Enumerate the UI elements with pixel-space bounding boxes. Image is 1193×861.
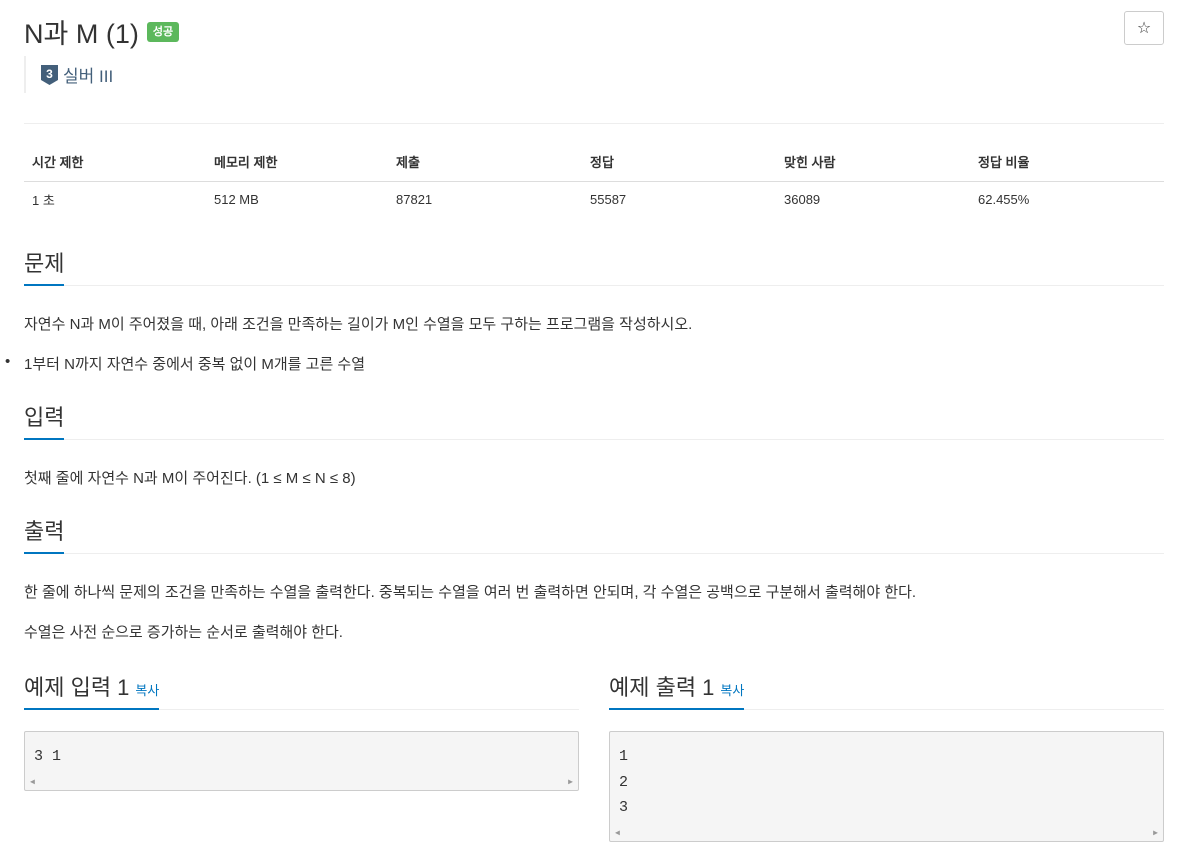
memory-limit-value: 512 MB xyxy=(214,192,259,208)
favorite-button[interactable]: ☆ xyxy=(1124,11,1164,45)
accept-ratio-value: 62.455% xyxy=(978,192,1030,208)
output-order-note: 수열은 사전 순으로 증가하는 순서로 출력해야 한다. xyxy=(24,624,343,641)
page-title: N과 M (1) xyxy=(24,19,139,49)
scroll-left-icon[interactable]: ◀ xyxy=(30,777,35,787)
copy-output-button[interactable]: 복사 xyxy=(720,683,744,698)
sample-input-content: 3 1 xyxy=(34,748,62,765)
sample-input-heading: 예제 입력 1 복사 xyxy=(24,670,160,710)
input-heading: 입력 xyxy=(24,400,65,440)
header-time-limit: 시간 제한 xyxy=(24,142,206,182)
input-description: 첫째 줄에 자연수 N과 M이 주어진다. (1 ≤ M ≤ N ≤ 8) xyxy=(24,470,356,487)
horizontal-scrollbar[interactable]: ◀ ▶ xyxy=(26,775,577,789)
scroll-right-icon[interactable]: ▶ xyxy=(568,777,573,787)
input-section-header: 입력 xyxy=(24,400,1164,440)
sample-input-title: 예제 입력 1 xyxy=(24,675,130,700)
table-row: 1 초 512 MB 87821 55587 36089 62.455% xyxy=(24,182,1164,218)
time-limit-value: 1 초 xyxy=(32,193,55,209)
list-item: 1부터 N까지 자연수 중에서 중복 없이 M개를 고른 수열 xyxy=(5,353,365,374)
horizontal-scrollbar[interactable]: ◀ ▶ xyxy=(611,826,1162,840)
status-badge: 성공 xyxy=(146,21,180,42)
star-icon: ☆ xyxy=(1136,20,1152,37)
sample-output-header: 예제 출력 1 복사 xyxy=(609,670,1164,710)
problem-info-table: 시간 제한 메모리 제한 제출 정답 맞힌 사람 정답 비율 1 초 512 M… xyxy=(24,142,1164,218)
problem-heading: 문제 xyxy=(24,246,65,286)
tier-number: 3 xyxy=(46,67,53,81)
problem-section-header: 문제 xyxy=(24,246,1164,286)
title-row: N과 M (1) 성공 xyxy=(24,12,180,51)
output-description: 한 줄에 하나씩 문제의 조건을 만족하는 수열을 출력한다. 중복되는 수열을… xyxy=(24,584,917,601)
header-memory-limit: 메모리 제한 xyxy=(206,142,388,182)
sample-output-title: 예제 출력 1 xyxy=(609,675,715,700)
header-solved-users: 맞힌 사람 xyxy=(776,142,970,182)
sample-input-box[interactable]: 3 1 ◀ ▶ xyxy=(24,731,579,791)
scroll-right-icon[interactable]: ▶ xyxy=(1153,828,1158,838)
sample-output-box[interactable]: 1 2 3 ◀ ▶ xyxy=(609,731,1164,842)
submissions-value: 87821 xyxy=(396,192,433,208)
header-accept-ratio: 정답 비율 xyxy=(970,142,1164,182)
copy-input-button[interactable]: 복사 xyxy=(135,683,159,698)
tier-label[interactable]: 실버 III xyxy=(63,62,113,87)
sample-output-heading: 예제 출력 1 복사 xyxy=(609,670,745,710)
table-header-row: 시간 제한 메모리 제한 제출 정답 맞힌 사람 정답 비율 xyxy=(24,142,1164,182)
sample-output-content: 1 2 3 xyxy=(619,748,629,816)
output-section-header: 출력 xyxy=(24,514,1164,554)
tier-block: 3 실버 III xyxy=(24,56,113,93)
solved-users-value: 36089 xyxy=(784,192,821,208)
silver-tier-icon: 3 xyxy=(41,64,58,85)
header-submissions: 제출 xyxy=(388,142,582,182)
scroll-left-icon[interactable]: ◀ xyxy=(615,828,620,838)
output-heading: 출력 xyxy=(24,514,65,554)
problem-description: 자연수 N과 M이 주어졌을 때, 아래 조건을 만족하는 길이가 M인 수열을… xyxy=(24,316,693,333)
header-accepted: 정답 xyxy=(582,142,776,182)
sample-input-header: 예제 입력 1 복사 xyxy=(24,670,579,710)
accepted-value: 55587 xyxy=(590,192,627,208)
divider xyxy=(24,123,1164,124)
